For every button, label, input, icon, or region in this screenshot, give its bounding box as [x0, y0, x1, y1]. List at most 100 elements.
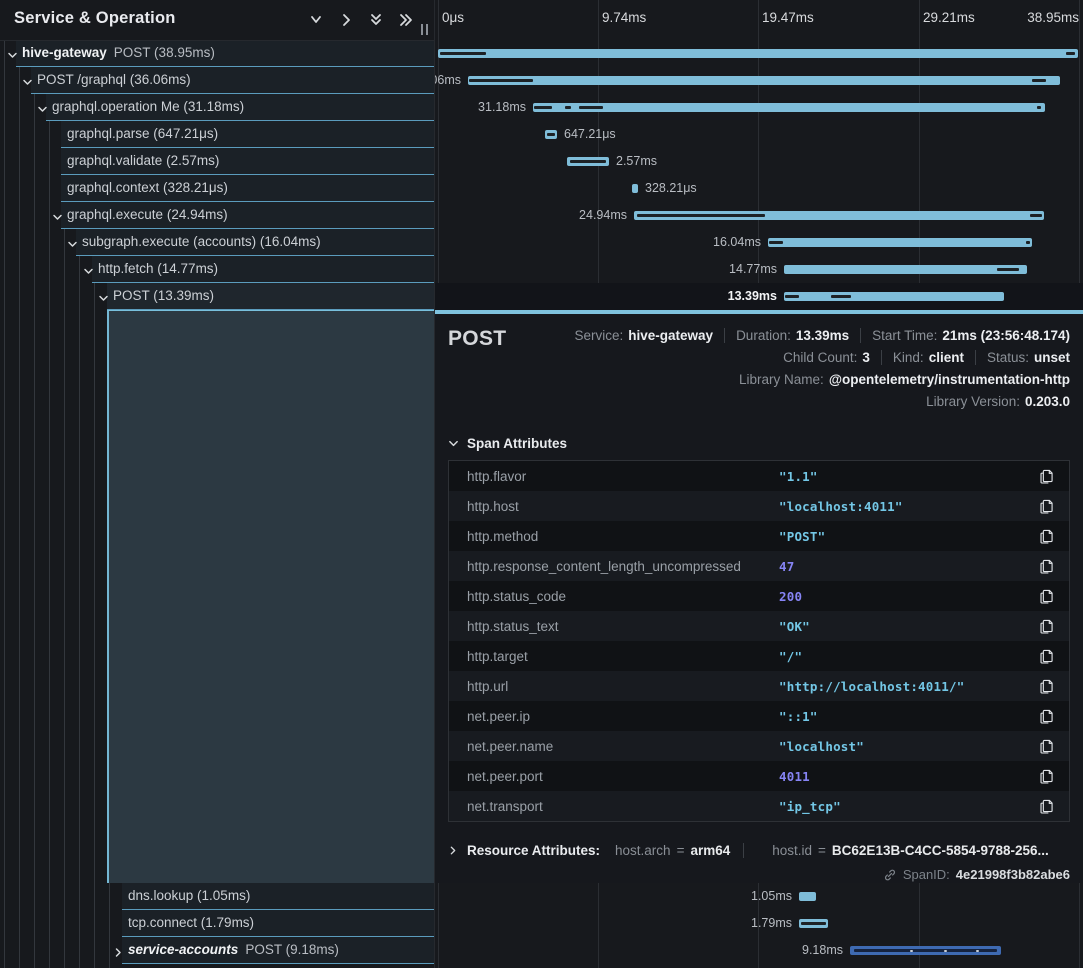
bar-self-time-stripe: [534, 106, 552, 109]
span-duration-label: 2.57ms: [616, 154, 657, 168]
span-attributes-toggle[interactable]: Span Attributes: [448, 436, 567, 451]
timeline-rows-top: 38.95ms36.06ms31.18ms647.21μs2.57ms328.2…: [435, 40, 1083, 310]
resource-value: BC62E13B-C4CC-5854-9788-256...: [832, 843, 1049, 858]
expand-one-icon[interactable]: [338, 13, 354, 27]
copy-icon[interactable]: [1037, 647, 1055, 665]
span-tree-row-label: tcp.connect (1.79ms): [128, 915, 254, 930]
span-bar[interactable]: [533, 103, 1045, 112]
span-tree-row[interactable]: subgraph.execute (accounts) (16.04ms): [0, 229, 434, 256]
span-tree-row[interactable]: tcp.connect (1.79ms): [0, 910, 434, 937]
span-bar[interactable]: [567, 157, 609, 166]
bar-self-time-stripe: [440, 52, 486, 55]
attribute-row: net.peer.ip"::1": [449, 701, 1069, 731]
bar-self-time-stripe: [570, 160, 606, 163]
resource-attributes-toggle[interactable]: Resource Attributes: host.arch=arm64host…: [448, 843, 1049, 858]
timeline-row: 647.21μs: [435, 121, 1083, 148]
attribute-value: 4011: [779, 769, 1037, 784]
copy-icon[interactable]: [1037, 707, 1055, 725]
bar-self-time-stripe: [910, 950, 913, 952]
span-tree-row[interactable]: POST (13.39ms): [0, 283, 434, 310]
copy-icon[interactable]: [1037, 557, 1055, 575]
span-tree-row-label: graphql.parse (647.21μs): [67, 126, 218, 141]
attribute-key: http.flavor: [467, 469, 779, 484]
span-duration-label: 9.18ms: [802, 943, 843, 957]
attribute-value: "::1": [779, 709, 1037, 724]
copy-icon[interactable]: [1037, 527, 1055, 545]
chevron-right-icon[interactable]: [113, 945, 124, 956]
timeline-row: 13.39ms: [435, 283, 1083, 310]
collapse-one-icon[interactable]: [308, 13, 324, 27]
meta-divider: [881, 350, 882, 365]
copy-icon[interactable]: [1037, 617, 1055, 635]
panel-resize-handle[interactable]: [421, 24, 428, 35]
attribute-key: net.peer.ip: [467, 709, 779, 724]
span-tree-row-label: graphql.validate (2.57ms): [67, 153, 219, 168]
copy-icon[interactable]: [1037, 497, 1055, 515]
span-tree-row[interactable]: graphql.validate (2.57ms): [0, 148, 434, 175]
span-meta-field: Start Time:21ms (23:56:48.174): [872, 328, 1070, 343]
span-duration-label: 647.21μs: [564, 127, 616, 141]
span-bar[interactable]: [784, 292, 1004, 301]
span-duration-label: 16.04ms: [713, 235, 761, 249]
copy-icon[interactable]: [1037, 467, 1055, 485]
tree-panel-header: Service & Operation: [0, 0, 434, 41]
collapse-all-icon[interactable]: [368, 13, 384, 27]
timeline-row: 14.77ms: [435, 256, 1083, 283]
span-tree-row[interactable]: POST /graphql (36.06ms): [0, 67, 434, 94]
attribute-key: http.status_code: [467, 589, 779, 604]
expand-all-icon[interactable]: [398, 13, 414, 27]
span-bar[interactable]: [768, 238, 1032, 247]
chevron-down-icon[interactable]: [83, 264, 94, 275]
copy-icon[interactable]: [1037, 767, 1055, 785]
copy-icon[interactable]: [1037, 737, 1055, 755]
attribute-key: http.url: [467, 679, 779, 694]
copy-icon[interactable]: [1037, 797, 1055, 815]
bar-self-time-stripe: [976, 950, 979, 952]
span-bar[interactable]: [438, 49, 1078, 58]
span-bar[interactable]: [545, 130, 557, 139]
chevron-right-icon: [448, 845, 458, 856]
link-icon[interactable]: [883, 868, 897, 882]
meta-label: Duration:: [736, 328, 791, 343]
span-duration-label: 36.06ms: [435, 73, 461, 87]
span-bar[interactable]: [799, 919, 828, 928]
span-tree-row[interactable]: dns.lookup (1.05ms): [0, 883, 434, 910]
chevron-down-icon[interactable]: [7, 48, 18, 59]
span-meta: Service:hive-gatewayDuration:13.39msStar…: [574, 324, 1070, 412]
span-bar[interactable]: [634, 211, 1044, 220]
chevron-down-icon[interactable]: [67, 237, 78, 248]
attribute-row: http.status_code200: [449, 581, 1069, 611]
bar-self-time-stripe: [1032, 79, 1046, 82]
attribute-value: "localhost": [779, 739, 1037, 754]
chevron-down-icon[interactable]: [98, 291, 109, 302]
span-tree-row[interactable]: graphql.execute (24.94ms): [0, 202, 434, 229]
meta-value: unset: [1034, 350, 1070, 365]
bar-self-time-stripe: [1066, 52, 1075, 55]
span-tree-row[interactable]: http.fetch (14.77ms): [0, 256, 434, 283]
timeline-ruler: 0μs9.74ms19.47ms29.21ms38.95ms: [435, 0, 1083, 40]
copy-icon[interactable]: [1037, 677, 1055, 695]
copy-icon[interactable]: [1037, 587, 1055, 605]
chevron-down-icon[interactable]: [52, 210, 63, 221]
span-tree-row[interactable]: graphql.parse (647.21μs): [0, 121, 434, 148]
span-bar[interactable]: [468, 76, 1060, 85]
attribute-key: http.target: [467, 649, 779, 664]
span-bar[interactable]: [799, 892, 816, 901]
span-id-value: 4e21998f3b82abe6: [956, 867, 1070, 882]
span-bar[interactable]: [784, 265, 1027, 274]
chevron-down-icon[interactable]: [22, 75, 33, 86]
span-bar[interactable]: [850, 946, 1001, 955]
span-tree-row[interactable]: service-accountsPOST (9.18ms): [0, 937, 434, 964]
span-tree-row[interactable]: graphql.context (328.21μs): [0, 175, 434, 202]
chevron-down-icon[interactable]: [37, 102, 48, 113]
span-tree-row[interactable]: graphql.operation Me (31.18ms): [0, 94, 434, 121]
span-tree-row[interactable]: hive-gatewayPOST (38.95ms): [0, 40, 434, 67]
attribute-key: http.host: [467, 499, 779, 514]
timeline-row: 36.06ms: [435, 67, 1083, 94]
span-bar[interactable]: [632, 184, 638, 193]
attribute-value: "1.1": [779, 469, 1037, 484]
attribute-value: 47: [779, 559, 1037, 574]
span-tree-row-label: service-accountsPOST (9.18ms): [128, 942, 339, 957]
timeline-tick-label: 0μs: [442, 10, 464, 25]
span-title: POST: [448, 324, 506, 351]
